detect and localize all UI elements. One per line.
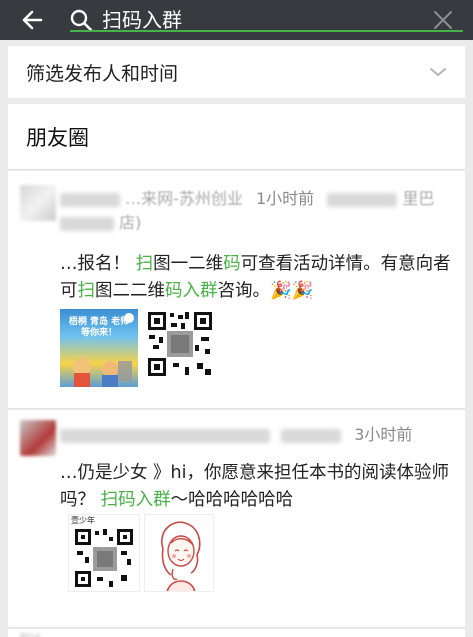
post-text: …报名！ 扫图一二维码可查看活动详情。有意向者可扫图二二维码入群咨询。🎉🎉 (60, 254, 451, 301)
event-poster-image[interactable]: 梧桐 青岛 老师 等你来！ (60, 309, 138, 387)
location-fragment: 店) (119, 213, 142, 232)
qr-code (75, 529, 133, 587)
post-meta: …来网-苏州创业 1小时前 里巴 店) (60, 187, 455, 235)
blurred-name (281, 428, 342, 443)
search-underline (70, 30, 463, 32)
keyword-highlight: 扫 (135, 254, 154, 274)
post-text: …仍是少女 》hi，你愿意来担任本书的阅读体验师吗？ 扫码入群～哈哈哈哈哈哈 (60, 463, 450, 510)
blurred-name (60, 428, 270, 443)
girl-illustration (161, 521, 201, 591)
avatar[interactable] (20, 633, 40, 637)
qr-code (148, 312, 212, 376)
post-time: 3小时前 (354, 425, 413, 444)
keyword-highlight: 码入群 (165, 281, 218, 301)
moment-post[interactable] (8, 629, 465, 637)
qr-code-image[interactable]: 壹少年 (68, 514, 140, 592)
avatar[interactable] (20, 420, 56, 456)
author-name[interactable]: …来网-苏州创业 (125, 189, 243, 208)
poster-figures (73, 358, 132, 387)
chevron-down-icon (430, 68, 446, 76)
filter-publisher-time-row[interactable]: 筛选发布人和时间 (8, 46, 465, 98)
moment-post[interactable]: …来网-苏州创业 1小时前 里巴 店) …报名！ 扫图一二维码可查看活动详情。有… (8, 171, 465, 409)
location-fragment: 里巴 (402, 189, 435, 208)
search-toolbar: 扫码入群 (0, 0, 473, 40)
search-box[interactable]: 扫码入群 (64, 0, 463, 40)
blurred-location (327, 192, 398, 207)
filter-label: 筛选发布人和时间 (26, 62, 179, 85)
blurred-location (60, 216, 114, 231)
moments-section-header: 朋友圈 (8, 104, 465, 170)
keyword-highlight: 扫 (77, 281, 96, 301)
post-time: 1小时前 (255, 189, 315, 208)
close-icon (434, 11, 452, 29)
post-meta: 3小时前 (60, 423, 455, 447)
moment-post[interactable]: 3小时前 …仍是少女 》hi，你愿意来担任本书的阅读体验师吗？ 扫码入群～哈哈哈… (8, 410, 465, 628)
keyword-highlight: 扫码入群 (100, 490, 171, 510)
qr-header: 壹少年 (71, 516, 95, 525)
party-emoji: 🎉🎉 (270, 281, 314, 301)
keyword-highlight: 码 (223, 254, 241, 274)
arrow-left-icon (22, 10, 43, 30)
clear-search-button[interactable] (423, 0, 463, 40)
back-button[interactable] (0, 0, 64, 40)
cartoon-girl-image[interactable] (144, 514, 214, 592)
blurred-name (60, 192, 120, 207)
page: 扫码入群 筛选发布人和时间 朋友圈 …来网-苏州创业 1小时前 里巴 店) …报… (0, 0, 473, 637)
qr-code-image[interactable] (145, 309, 215, 379)
avatar[interactable] (20, 185, 56, 221)
moments-title: 朋友圈 (26, 125, 89, 150)
